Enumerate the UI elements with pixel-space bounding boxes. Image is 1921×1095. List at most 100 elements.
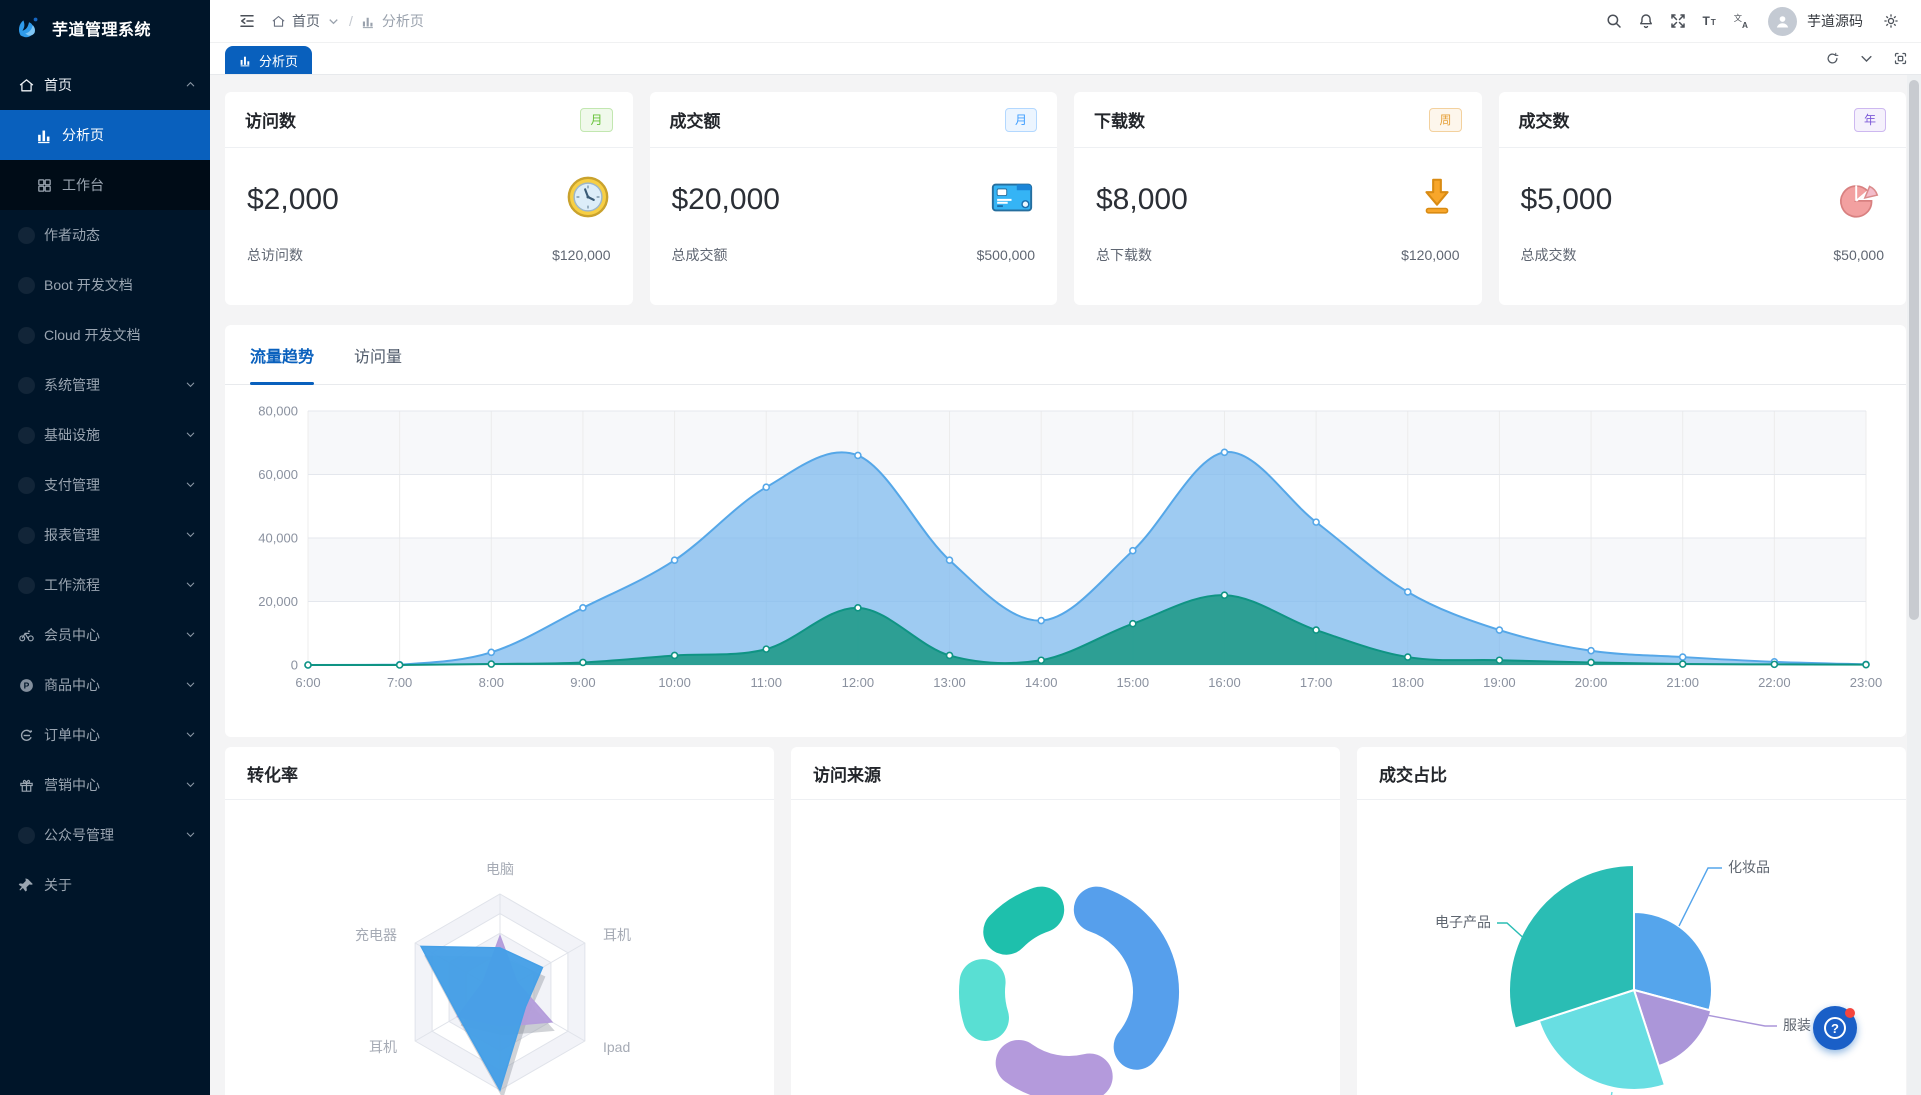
sidebar-item-analysis[interactable]: 分析页 (0, 110, 210, 160)
scrollbar-thumb[interactable] (1909, 80, 1919, 620)
app-title: 芋道管理系统 (52, 16, 151, 40)
bike-icon (16, 625, 36, 645)
svg-text:14:00: 14:00 (1025, 675, 1058, 690)
grid-icon (34, 175, 54, 195)
svg-text:12:00: 12:00 (842, 675, 875, 690)
traffic-trend-card: 流量趋势 访问量 020,00040,00060,00080,0006:007:… (225, 325, 1906, 737)
sidebar-item-cloud-docs[interactable]: Cloud 开发文档 (0, 310, 210, 360)
bar-chart-icon (239, 54, 252, 67)
home-icon (16, 75, 36, 95)
sidebar-item-marketing[interactable]: 营销中心 (0, 760, 210, 810)
sidebar-item-report[interactable]: 报表管理 (0, 510, 210, 560)
sidebar: 芋道管理系统 首页 分析页 工作台 作者动态 Boot 开发文档 Cloud 开… (0, 0, 210, 1095)
tab-analysis-page[interactable]: 分析页 (225, 46, 312, 74)
logo[interactable]: 芋道管理系统 (0, 0, 210, 56)
breadcrumb-home[interactable]: 首页 (271, 11, 341, 31)
settings-gear-icon[interactable] (1877, 7, 1905, 35)
svg-text:19:00: 19:00 (1483, 675, 1516, 690)
notification-bell-icon[interactable] (1632, 7, 1660, 35)
svg-text:电子产品: 电子产品 (1435, 914, 1491, 930)
sidebar-item-infra[interactable]: 基础设施 (0, 410, 210, 460)
search-icon[interactable] (1600, 7, 1628, 35)
dot-icon (16, 225, 36, 245)
pin-icon (16, 875, 36, 895)
svg-text:15:00: 15:00 (1117, 675, 1150, 690)
scrollbar-track[interactable] (1907, 75, 1921, 1095)
conversion-rate-card: 转化率 电脑耳机Ipad手机耳机充电器 (225, 747, 774, 1095)
svg-text:16:00: 16:00 (1208, 675, 1241, 690)
svg-text:9:00: 9:00 (570, 675, 595, 690)
translate-icon[interactable]: 文A (1728, 7, 1756, 35)
chevron-down-icon (185, 777, 196, 793)
sidebar-item-home[interactable]: 首页 (0, 60, 210, 110)
dot-icon (16, 275, 36, 295)
card-title: 访问来源 (791, 747, 1340, 800)
navbar: 首页 / 分析页 TT (210, 0, 1921, 43)
breadcrumb: 首页 / 分析页 (271, 11, 424, 31)
clock-icon (565, 174, 611, 225)
period-badge: 周 (1429, 108, 1461, 132)
period-badge: 年 (1854, 108, 1886, 132)
traffic-trend-chart: 020,00040,00060,00080,0006:007:008:009:0… (225, 325, 1896, 737)
page-tabbar: 分析页 (210, 43, 1921, 75)
page-content: 访问数 月 $2,000 总访问数 $120,000 成交额 月 $20,000… (210, 75, 1921, 1095)
breadcrumb-separator: / (349, 13, 353, 29)
gift-icon (16, 775, 36, 795)
sidebar-item-member[interactable]: 会员中心 (0, 610, 210, 660)
svg-text:T: T (1711, 18, 1716, 27)
chevron-down-icon (185, 427, 196, 443)
chevron-down-icon (185, 627, 196, 643)
visit-source-card: 访问来源 (791, 747, 1340, 1095)
svg-text:7:00: 7:00 (387, 675, 412, 690)
stat-footer-label: 总下载数 (1096, 245, 1152, 265)
chevron-down-icon (185, 527, 196, 543)
user-avatar[interactable] (1768, 7, 1797, 36)
svg-text:20,000: 20,000 (258, 594, 298, 609)
chevron-down-icon (185, 677, 196, 693)
sidebar-item-about[interactable]: 关于 (0, 860, 210, 910)
font-size-icon[interactable]: TT (1696, 7, 1724, 35)
sidebar-item-order[interactable]: 订单中心 (0, 710, 210, 760)
chevron-down-icon[interactable] (1849, 43, 1883, 74)
sidebar-item-workplace[interactable]: 工作台 (0, 160, 210, 210)
conversion-radar-chart: 电脑耳机Ipad手机耳机充电器 (225, 800, 771, 1095)
sidebar-item-system[interactable]: 系统管理 (0, 360, 210, 410)
username[interactable]: 芋道源码 (1807, 11, 1863, 31)
sidebar-item-payment[interactable]: 支付管理 (0, 460, 210, 510)
maximize-icon[interactable] (1883, 43, 1917, 74)
dot-icon (16, 575, 36, 595)
order-e-icon (16, 725, 36, 745)
svg-text:T: T (1703, 14, 1711, 28)
collapse-sidebar-icon[interactable] (233, 7, 261, 35)
svg-text:充电器: 充电器 (355, 927, 397, 943)
svg-text:耳机: 耳机 (603, 927, 631, 943)
stat-title: 下载数 (1094, 107, 1145, 132)
dot-icon (16, 525, 36, 545)
svg-text:0: 0 (291, 658, 298, 673)
svg-text:P: P (23, 680, 29, 690)
dot-icon (16, 475, 36, 495)
pie-icon (1838, 174, 1884, 225)
dot-icon (16, 825, 36, 845)
sidebar-item-product[interactable]: P 商品中心 (0, 660, 210, 710)
stat-title: 成交数 (1519, 107, 1570, 132)
stat-footer-label: 总成交额 (672, 245, 728, 265)
help-button[interactable]: ? (1813, 1006, 1857, 1050)
sidebar-item-boot-docs[interactable]: Boot 开发文档 (0, 260, 210, 310)
stat-card-成交数: 成交数 年 $5,000 总成交数 $50,000 (1499, 92, 1907, 305)
fullscreen-icon[interactable] (1664, 7, 1692, 35)
period-badge: 月 (1005, 108, 1037, 132)
sidebar-item-mp[interactable]: 公众号管理 (0, 810, 210, 860)
svg-text:8:00: 8:00 (479, 675, 504, 690)
svg-text:20:00: 20:00 (1575, 675, 1608, 690)
svg-text:80,000: 80,000 (258, 404, 298, 419)
refresh-icon[interactable] (1815, 43, 1849, 74)
sidebar-item-author-news[interactable]: 作者动态 (0, 210, 210, 260)
circle-p-icon: P (16, 675, 36, 695)
svg-text:23:00: 23:00 (1850, 675, 1883, 690)
stat-title: 访问数 (245, 107, 296, 132)
sidebar-item-workflow[interactable]: 工作流程 (0, 560, 210, 610)
app-root: 芋道管理系统 首页 分析页 工作台 作者动态 Boot 开发文档 Cloud 开… (0, 0, 1921, 1095)
sidebar-menu: 首页 分析页 工作台 作者动态 Boot 开发文档 Cloud 开发文档 系统管… (0, 56, 210, 910)
card-title: 成交占比 (1357, 747, 1906, 800)
